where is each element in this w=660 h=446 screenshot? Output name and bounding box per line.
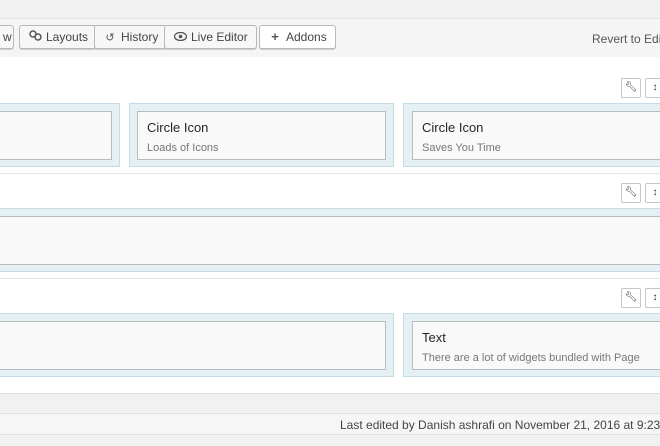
addons-button-label: Addons bbox=[286, 30, 327, 44]
wrench-icon: 🔧︎ bbox=[624, 82, 638, 93]
prev-toolbar-button-label: w bbox=[3, 30, 12, 44]
live-editor-button-label: Live Editor bbox=[191, 30, 248, 44]
revert-to-editor-link[interactable]: Revert to Edito bbox=[592, 32, 660, 46]
live-editor-button[interactable]: Live Editor bbox=[164, 25, 257, 49]
row-divider bbox=[0, 278, 660, 279]
widget-title: Circle Icon bbox=[422, 120, 484, 135]
eye-icon bbox=[173, 27, 187, 49]
row-3-move-button[interactable]: ↕ bbox=[645, 288, 660, 308]
layouts-icon bbox=[28, 27, 42, 49]
widget-title: Circle Icon bbox=[147, 120, 209, 135]
row-1-edit-button[interactable]: 🔧︎ bbox=[621, 78, 641, 98]
builder-toolbar: w Layouts ↺ History Live Editor + Addons R… bbox=[0, 18, 660, 58]
row-divider bbox=[0, 173, 660, 174]
history-button-label: History bbox=[121, 30, 159, 44]
widget-description: There are a lot of widgets bundled with … bbox=[422, 352, 640, 364]
last-edited-status: Last edited by Danish ashrafi on Novembe… bbox=[0, 413, 660, 435]
widget-title: Text bbox=[422, 330, 446, 345]
row-1-widget-1[interactable] bbox=[0, 111, 112, 160]
editor-bottom-bar bbox=[0, 393, 660, 413]
row-3-edit-button[interactable]: 🔧︎ bbox=[621, 288, 641, 308]
circle-icon-widget-2[interactable]: Circle Icon Saves You Time bbox=[412, 111, 660, 160]
row-2-edit-button[interactable]: 🔧︎ bbox=[621, 183, 641, 203]
row-3-widget-1[interactable] bbox=[0, 321, 386, 370]
last-edited-text: Last edited by Danish ashrafi on Novembe… bbox=[340, 418, 660, 432]
row-3-cell-2[interactable]: Text There are a lot of widgets bundled … bbox=[403, 313, 660, 377]
move-icon: ↕ bbox=[652, 292, 658, 303]
history-button[interactable]: ↺ History bbox=[94, 25, 168, 49]
layouts-button[interactable]: Layouts bbox=[19, 25, 98, 49]
wrench-icon: 🔧︎ bbox=[624, 187, 638, 198]
layouts-button-label: Layouts bbox=[46, 30, 89, 44]
row-2-cell-1[interactable] bbox=[0, 208, 660, 272]
row-3-cell-1[interactable] bbox=[0, 313, 394, 377]
addons-button[interactable]: + Addons bbox=[259, 25, 336, 49]
row-1-cell-2[interactable]: Circle Icon Loads of Icons bbox=[129, 103, 394, 167]
plus-icon: + bbox=[271, 29, 279, 44]
wrench-icon: 🔧︎ bbox=[624, 292, 638, 303]
history-icon: ↺ bbox=[105, 32, 115, 44]
text-widget[interactable]: Text There are a lot of widgets bundled … bbox=[412, 321, 660, 370]
move-icon: ↕ bbox=[652, 82, 658, 93]
prev-toolbar-button[interactable]: w bbox=[0, 25, 14, 49]
circle-icon-widget-1[interactable]: Circle Icon Loads of Icons bbox=[137, 111, 386, 160]
widget-description: Saves You Time bbox=[422, 142, 501, 154]
top-strip bbox=[0, 0, 660, 18]
row-2-move-button[interactable]: ↕ bbox=[645, 183, 660, 203]
row-1-cell-3[interactable]: Circle Icon Saves You Time bbox=[403, 103, 660, 167]
widget-description: Loads of Icons bbox=[147, 142, 219, 154]
row-2-widget-1[interactable] bbox=[0, 216, 660, 265]
move-icon: ↕ bbox=[652, 187, 658, 198]
row-1-move-button[interactable]: ↕ bbox=[645, 78, 660, 98]
row-1-cell-1[interactable] bbox=[0, 103, 120, 167]
builder-canvas: 🔧︎ ↕ Circle Icon Loads of Icons Circle I… bbox=[0, 57, 660, 393]
